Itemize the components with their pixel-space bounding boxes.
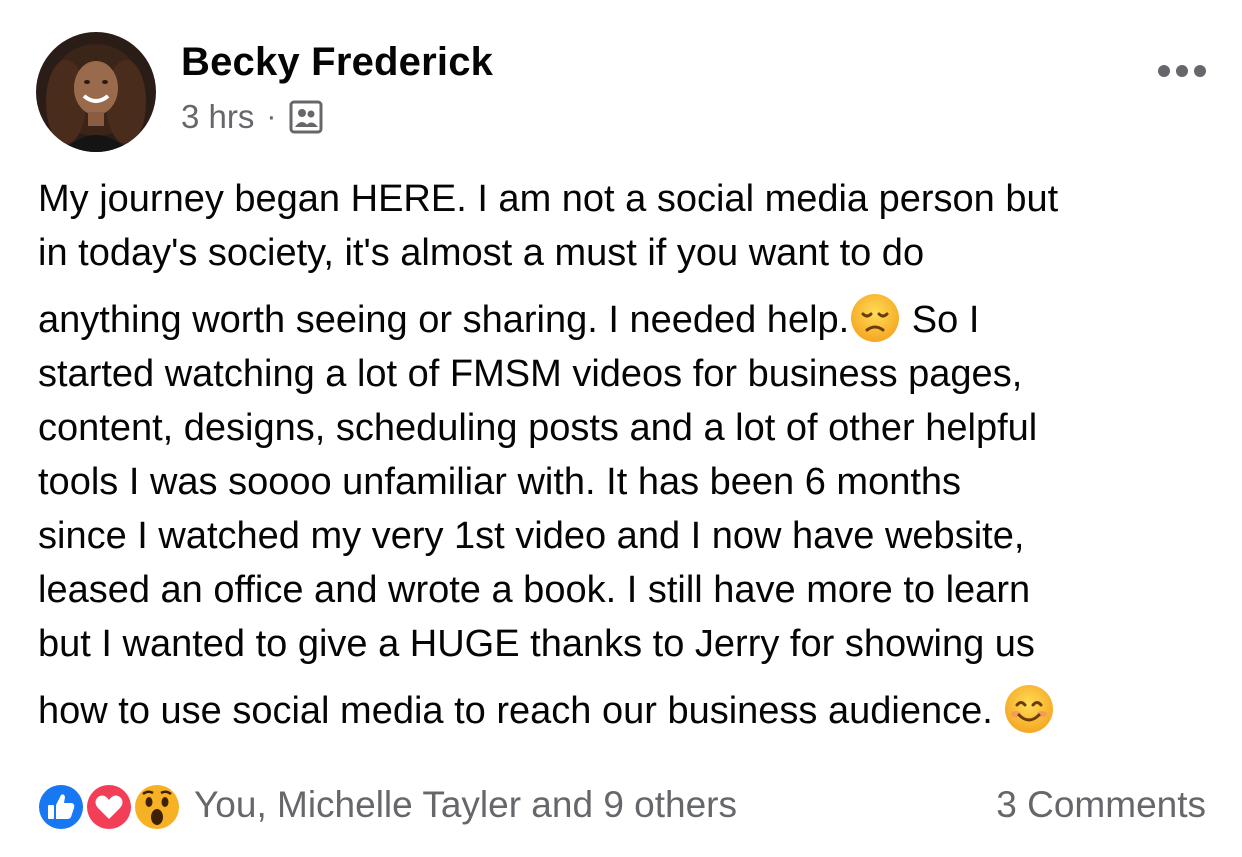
post-text-line: tools I was soooo unfamiliar with. It ha… [38,461,962,503]
comments-count-link[interactable]: 3 Comments [996,784,1206,826]
post-text-segment: how to use social media to reach our bus… [38,690,1004,732]
author-avatar[interactable] [36,32,156,152]
post-text-line: My journey began HERE. I am not a social… [38,178,1059,220]
post-text-line: anything worth seeing or sharing. I need… [38,292,1228,347]
post-meta: 3 hrs · [181,97,324,137]
meta-separator: · [266,100,277,133]
author-name[interactable]: Becky Frederick [181,40,493,85]
post-text-segment: So I [901,299,980,341]
post-text-line: leased an office and wrote a book. I sti… [38,569,1031,611]
post-text-line: but I wanted to give a HUGE thanks to Je… [38,623,1035,665]
post-text-line: content, designs, scheduling posts and a… [38,407,1038,449]
post-text-line: how to use social media to reach our bus… [38,683,1228,738]
reaction-names[interactable]: You, Michelle Tayler and 9 others [194,784,737,826]
group-members-icon [288,99,324,135]
post-text-segment: anything worth seeing or sharing. I need… [38,299,850,341]
reactions-bar: You, Michelle Tayler and 9 others 3 Comm… [34,778,1206,836]
like-icon [34,780,88,834]
love-icon [82,780,136,834]
post-text-line: in today's society, it's almost a must i… [38,232,925,274]
profile-photo-icon [36,32,156,152]
reaction-icons[interactable] [34,780,184,834]
post-text-line: since I watched my very 1st video and I … [38,515,1025,557]
post-text-line: started watching a lot of FMSM videos fo… [38,353,1023,395]
wow-icon [130,780,184,834]
post-card: Becky Frederick 3 hrs · My journey began… [0,0,1242,857]
smiling-face-emoji-icon [1003,683,1055,735]
more-options-icon[interactable] [1152,54,1212,88]
disappointed-face-emoji-icon [849,292,901,344]
post-text: My journey began HERE. I am not a social… [38,172,1228,738]
post-time[interactable]: 3 hrs [181,98,254,136]
